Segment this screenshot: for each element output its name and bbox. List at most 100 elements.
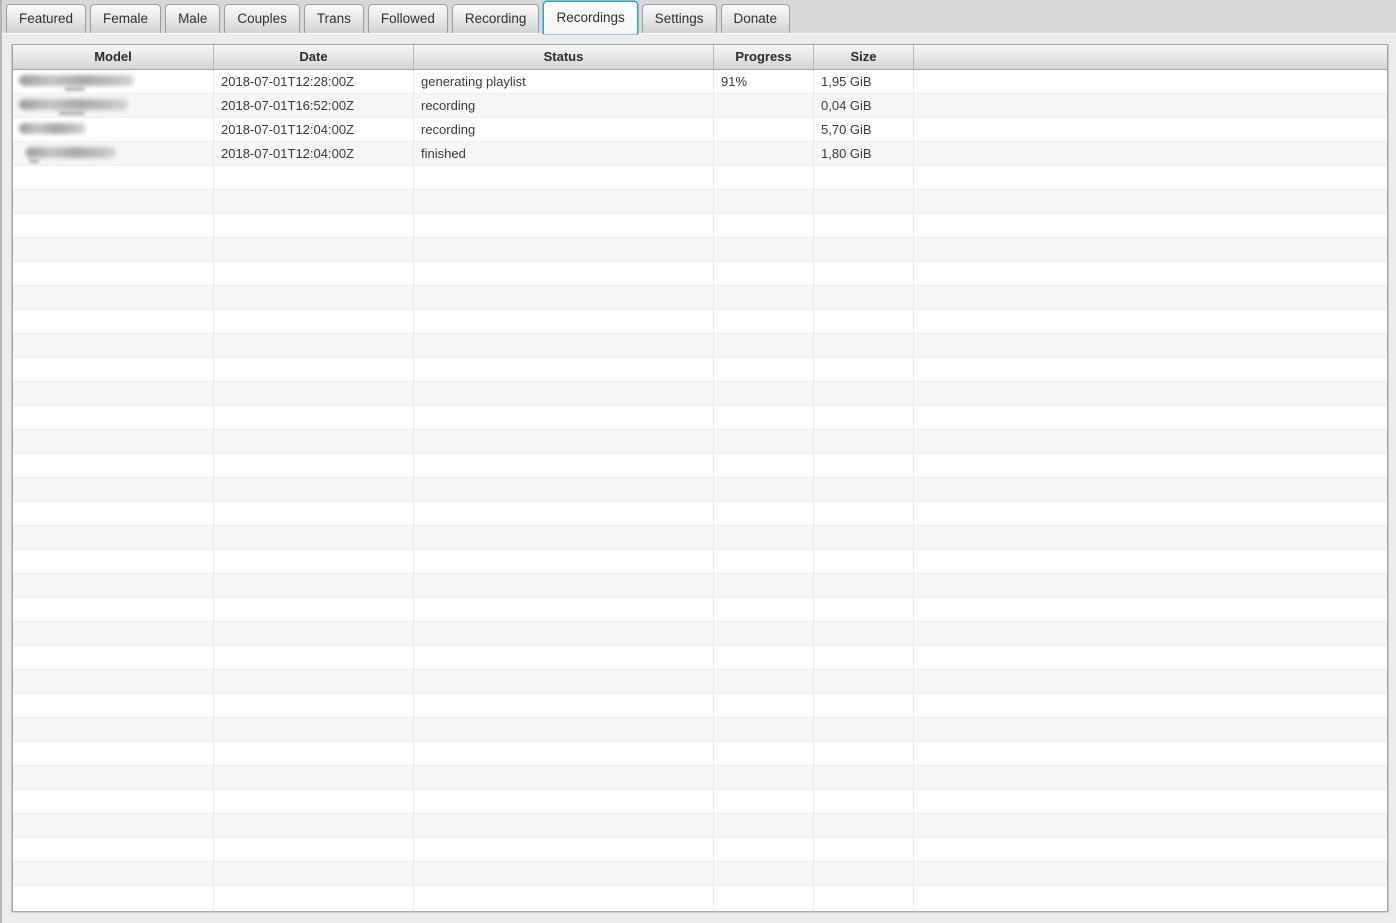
cell-date — [214, 262, 414, 285]
cell-size — [814, 742, 914, 765]
cell-status — [414, 286, 714, 309]
cell-status — [414, 742, 714, 765]
tab-trans[interactable]: Trans — [303, 4, 364, 33]
cell-progress — [714, 574, 814, 597]
table-row-empty — [13, 766, 1387, 790]
cell-date — [214, 574, 414, 597]
cell-model — [13, 718, 214, 741]
cell-model — [13, 574, 214, 597]
cell-date: 2018-07-01T12:04:00Z — [214, 118, 414, 141]
redacted-model-dash — [29, 159, 39, 163]
cell-size — [814, 310, 914, 333]
cell-size — [814, 454, 914, 477]
cell-status: recording — [414, 94, 714, 117]
cell-progress — [714, 94, 814, 117]
tab-featured[interactable]: Featured — [6, 4, 87, 33]
redacted-model-name — [19, 75, 134, 86]
column-header-date[interactable]: Date — [214, 45, 414, 69]
cell-filler — [914, 790, 1387, 813]
cell-date — [214, 886, 414, 909]
column-header-progress[interactable]: Progress — [714, 45, 814, 69]
cell-progress — [714, 238, 814, 261]
cell-progress — [714, 382, 814, 405]
cell-filler — [914, 478, 1387, 501]
cell-size: 1,80 GiB — [814, 142, 914, 165]
cell-model — [13, 166, 214, 189]
cell-date — [214, 646, 414, 669]
cell-size — [814, 622, 914, 645]
cell-status — [414, 238, 714, 261]
cell-model — [13, 94, 214, 117]
cell-progress: 91% — [714, 70, 814, 93]
column-header-model[interactable]: Model — [13, 45, 214, 69]
cell-progress — [714, 862, 814, 885]
cell-filler — [914, 574, 1387, 597]
cell-date — [214, 766, 414, 789]
cell-size — [814, 478, 914, 501]
table-row[interactable]: 2018-07-01T16:52:00Z recording 0,04 GiB — [13, 94, 1387, 118]
table-header: Model Date Status Progress Size — [13, 45, 1387, 70]
cell-filler — [914, 670, 1387, 693]
cell-size — [814, 238, 914, 261]
cell-progress — [714, 886, 814, 909]
table-row[interactable]: 2018-07-01T12:28:00Z generating playlist 9… — [13, 70, 1387, 94]
cell-size — [814, 502, 914, 525]
cell-filler — [914, 526, 1387, 549]
tab-settings[interactable]: Settings — [641, 4, 717, 33]
tab-male[interactable]: Male — [165, 4, 221, 33]
cell-date — [214, 790, 414, 813]
tab-recordings[interactable]: Recordings — [543, 1, 638, 34]
cell-date — [214, 406, 414, 429]
cell-filler — [914, 166, 1387, 189]
cell-model — [13, 694, 214, 717]
column-header-empty[interactable] — [914, 45, 1387, 69]
table-row-empty — [13, 670, 1387, 694]
tab-female[interactable]: Female — [90, 4, 162, 33]
cell-status — [414, 526, 714, 549]
cell-status — [414, 862, 714, 885]
cell-filler — [914, 118, 1387, 141]
column-header-status[interactable]: Status — [414, 45, 714, 69]
table-row-empty — [13, 406, 1387, 430]
cell-status — [414, 790, 714, 813]
cell-model — [13, 598, 214, 621]
cell-date — [214, 382, 414, 405]
redacted-model-name — [26, 147, 116, 158]
cell-date — [214, 190, 414, 213]
cell-progress — [714, 622, 814, 645]
column-header-size[interactable]: Size — [814, 45, 914, 69]
cell-size — [814, 598, 914, 621]
cell-size — [814, 862, 914, 885]
cell-progress — [714, 214, 814, 237]
table-row-empty — [13, 478, 1387, 502]
table-row-empty — [13, 358, 1387, 382]
table-row-empty — [13, 742, 1387, 766]
cell-size — [814, 718, 914, 741]
cell-model — [13, 550, 214, 573]
cell-model — [13, 310, 214, 333]
cell-status — [414, 358, 714, 381]
cell-status — [414, 502, 714, 525]
cell-model — [13, 142, 214, 165]
tab-couples[interactable]: Couples — [224, 4, 300, 33]
tab-followed[interactable]: Followed — [367, 4, 448, 33]
cell-date — [214, 214, 414, 237]
table-row-empty — [13, 718, 1387, 742]
cell-status — [414, 646, 714, 669]
cell-filler — [914, 550, 1387, 573]
cell-status — [414, 262, 714, 285]
cell-filler — [914, 334, 1387, 357]
cell-status — [414, 886, 714, 909]
cell-status — [414, 310, 714, 333]
table-row-empty — [13, 262, 1387, 286]
cell-filler — [914, 622, 1387, 645]
cell-size — [814, 886, 914, 909]
table-row[interactable]: 2018-07-01T12:04:00Z recording 5,70 GiB — [13, 118, 1387, 142]
cell-date — [214, 598, 414, 621]
cell-size — [814, 694, 914, 717]
table-row[interactable]: 2018-07-01T12:04:00Z finished 1,80 GiB — [13, 142, 1387, 166]
cell-size — [814, 550, 914, 573]
cell-size — [814, 382, 914, 405]
tab-donate[interactable]: Donate — [720, 4, 791, 33]
tab-recording[interactable]: Recording — [451, 4, 540, 33]
